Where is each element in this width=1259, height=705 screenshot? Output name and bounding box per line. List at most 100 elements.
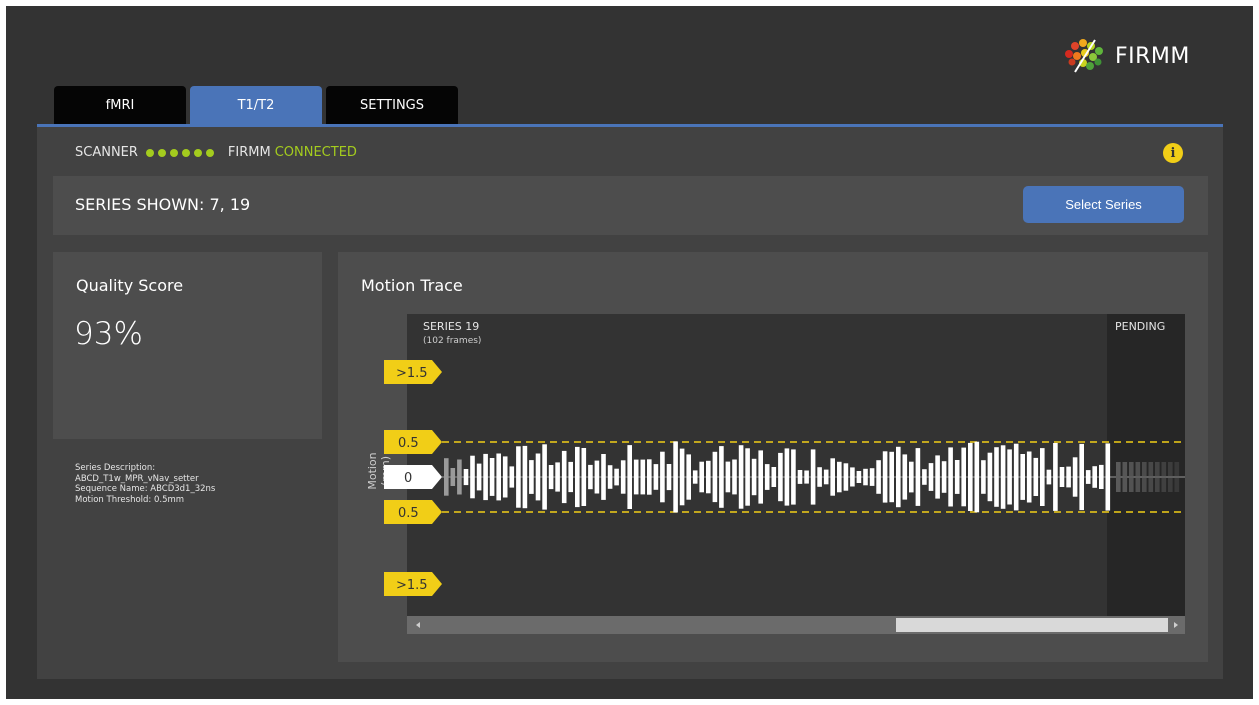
motion-bar bbox=[568, 461, 573, 493]
motion-bar bbox=[1033, 457, 1039, 496]
series-description: Series Description: ABCD_T1w_MPR_vNav_se… bbox=[75, 463, 215, 505]
motion-bar bbox=[784, 448, 790, 506]
motion-bar bbox=[555, 462, 560, 492]
motion-bar bbox=[764, 464, 770, 490]
motion-bar bbox=[738, 445, 744, 509]
motion-bar bbox=[588, 464, 593, 490]
motion-bar bbox=[660, 451, 665, 503]
motion-bar bbox=[699, 461, 704, 493]
motion-bar bbox=[561, 450, 567, 504]
pending-bar bbox=[1142, 462, 1147, 492]
firmm-label: FIRMM bbox=[227, 145, 271, 160]
motion-bar bbox=[758, 450, 763, 504]
motion-bar bbox=[954, 460, 960, 494]
description-line: Motion Threshold: 0.5mm bbox=[75, 494, 185, 505]
motion-bar bbox=[968, 442, 973, 511]
motion-bar bbox=[725, 461, 731, 493]
motion-bar bbox=[575, 446, 580, 508]
motion-bar bbox=[909, 461, 914, 493]
motion-bar bbox=[922, 469, 927, 485]
motion-bar bbox=[941, 461, 947, 493]
marker-upper-high-label: >1.5 bbox=[396, 366, 428, 381]
marker-upper-threshold: 0.5 bbox=[384, 430, 442, 454]
motion-bar bbox=[1007, 449, 1012, 505]
motion-trace-card: Motion Trace Motion (mm) SERIES 19 (102 … bbox=[338, 252, 1208, 662]
main-panel: SCANNER FIRMM CONNECTED i SERIES SHOWN: … bbox=[37, 124, 1223, 679]
tab-fmri[interactable]: fMRI bbox=[54, 86, 186, 124]
frames-label: (102 frames) bbox=[423, 336, 481, 346]
marker-zero-label: 0 bbox=[404, 471, 412, 486]
marker-upper-high: >1.5 bbox=[384, 360, 442, 384]
motion-bar bbox=[594, 460, 600, 494]
status-dot bbox=[181, 148, 190, 157]
motion-bar bbox=[627, 445, 632, 509]
motion-bar bbox=[706, 460, 711, 494]
motion-bar bbox=[673, 441, 678, 513]
motion-trace-plot: SERIES 19 (102 frames) PENDING >1.5 0.5 … bbox=[384, 314, 1185, 634]
info-icon[interactable]: i bbox=[1163, 143, 1183, 163]
motion-bar bbox=[509, 466, 515, 488]
motion-bar bbox=[614, 468, 619, 486]
motion-bar bbox=[516, 446, 521, 508]
motion-bar bbox=[869, 468, 875, 486]
motion-bar bbox=[542, 444, 547, 510]
tab-settings[interactable]: SETTINGS bbox=[326, 86, 458, 124]
motion-bar bbox=[1072, 457, 1078, 497]
status-dot bbox=[205, 148, 214, 157]
motion-bar bbox=[1085, 470, 1091, 484]
motion-bar bbox=[817, 467, 822, 487]
motion-bar bbox=[961, 447, 966, 507]
motion-bar bbox=[1059, 467, 1065, 487]
motion-bar bbox=[1020, 454, 1025, 500]
motion-bar bbox=[863, 468, 868, 486]
pending-label: PENDING bbox=[1115, 320, 1165, 333]
motion-bar bbox=[679, 448, 685, 506]
motion-bar bbox=[548, 465, 554, 490]
motion-bar bbox=[1099, 464, 1104, 489]
motion-bar bbox=[823, 469, 829, 485]
description-line: Series Description: bbox=[75, 463, 156, 473]
pending-bar bbox=[1174, 462, 1180, 492]
pending-bar bbox=[1122, 462, 1128, 492]
pending-bar bbox=[1129, 462, 1134, 492]
motion-bar bbox=[732, 459, 737, 495]
select-series-button[interactable]: Select Series bbox=[1023, 186, 1184, 223]
marker-lower-high-label: >1.5 bbox=[396, 578, 428, 593]
motion-bar bbox=[1040, 448, 1045, 506]
motion-bar bbox=[686, 454, 691, 500]
description-line: ABCD_T1w_MPR_vNav_setter bbox=[75, 473, 199, 484]
motion-bar bbox=[882, 451, 888, 503]
tab-bar: fMRI T1/T2 SETTINGS bbox=[54, 86, 462, 124]
marker-lower-high: >1.5 bbox=[384, 572, 442, 596]
motion-bar bbox=[633, 459, 639, 495]
motion-bar bbox=[463, 469, 469, 486]
motion-bar bbox=[915, 448, 921, 506]
motion-bar bbox=[1079, 443, 1084, 511]
motion-bar bbox=[850, 467, 855, 487]
motion-bar bbox=[771, 467, 777, 487]
brand-name: FIRMM bbox=[1115, 43, 1190, 69]
marker-lower-threshold: 0.5 bbox=[384, 500, 442, 524]
motion-bar bbox=[804, 470, 809, 484]
motion-bar bbox=[640, 459, 646, 495]
motion-bar bbox=[647, 459, 652, 495]
motion-bar bbox=[529, 460, 534, 494]
motion-bar bbox=[751, 458, 757, 496]
motion-bar bbox=[470, 455, 475, 499]
status-dot bbox=[145, 148, 154, 157]
motion-bar bbox=[1046, 469, 1052, 485]
motion-bar bbox=[981, 460, 986, 494]
motion-bar bbox=[692, 470, 698, 484]
motion-bar bbox=[896, 446, 901, 508]
motion-bar bbox=[935, 455, 940, 499]
quality-score-value: 93% bbox=[74, 316, 143, 352]
motion-bar bbox=[607, 465, 613, 489]
marker-upper-threshold-label: 0.5 bbox=[398, 436, 419, 451]
quality-score-card: Quality Score 93% bbox=[53, 252, 322, 439]
motion-bar bbox=[830, 458, 835, 496]
pending-bar bbox=[1116, 462, 1121, 492]
tab-t1-t2[interactable]: T1/T2 bbox=[190, 86, 322, 124]
scrollbar-thumb[interactable] bbox=[896, 618, 1168, 632]
pending-bar bbox=[1148, 462, 1154, 492]
series-bar: SERIES SHOWN: 7, 19 Select Series bbox=[53, 176, 1208, 235]
